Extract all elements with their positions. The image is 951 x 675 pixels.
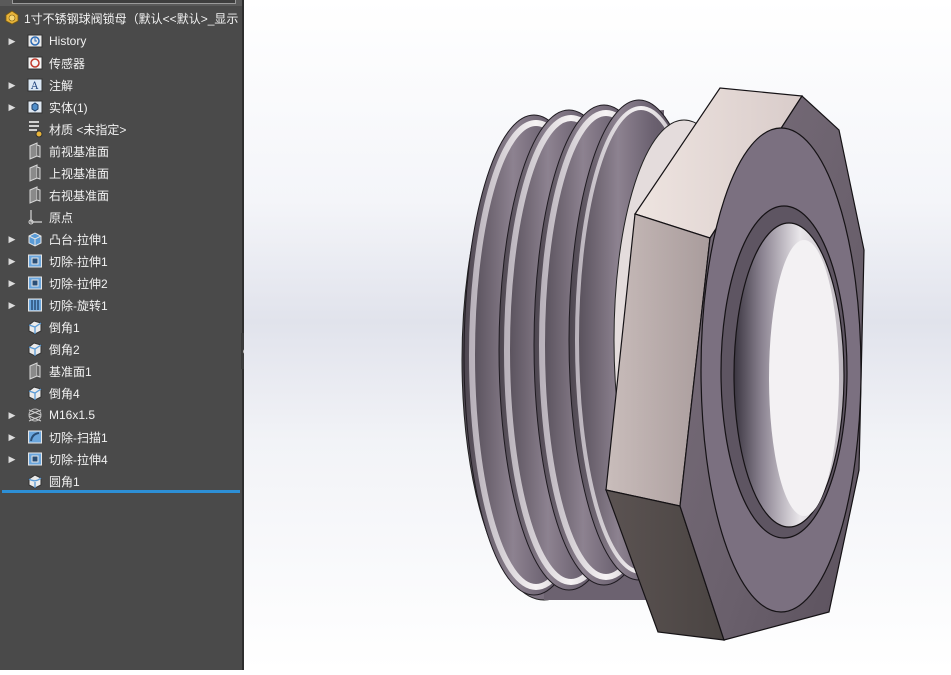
tree-item[interactable]: ▶ 切除-拉伸1 [0, 250, 242, 272]
tree-item-label: 圆角1 [49, 474, 80, 489]
tree-item-label: 切除-旋转1 [49, 298, 108, 313]
chamfer-icon [26, 340, 44, 358]
tree-item-label: M16x1.5 [49, 408, 96, 422]
tree-item-label: History [49, 34, 87, 48]
tree-item-label: 倒角1 [49, 320, 80, 335]
tree-item[interactable]: ▶ 切除-拉伸2 [0, 272, 242, 294]
cosmetic-thread-icon [26, 406, 44, 424]
expand-arrow-icon[interactable]: ▶ [7, 234, 17, 245]
rollback-bar[interactable] [2, 490, 240, 493]
tree-item-label: 切除-拉伸1 [49, 254, 108, 269]
tree-item-label: 实体(1) [49, 100, 88, 115]
svg-text:A: A [30, 81, 39, 92]
cut-sweep-icon [26, 428, 44, 446]
hex-lock-nut-3d-model [461, 87, 865, 641]
tree-item-label: 切除-扫描1 [49, 430, 108, 445]
cut-revolve-icon [26, 296, 44, 314]
tree-item[interactable]: 倒角1 [0, 316, 242, 338]
plane-icon [26, 362, 44, 380]
tree-item[interactable]: 右视基准面 [0, 184, 242, 206]
tree-item-label: 倒角4 [49, 386, 80, 401]
tree-item[interactable]: ▶ M16x1.5 [0, 404, 242, 426]
tree-item-label: 材质 <未指定> [49, 122, 127, 137]
expand-arrow-icon[interactable]: ▶ [7, 278, 17, 289]
tree-item[interactable]: ▶ 切除-拉伸4 [0, 448, 242, 470]
tree-item-label: 基准面1 [49, 364, 92, 379]
expand-arrow-icon[interactable]: ▶ [7, 454, 17, 465]
solid-bodies-icon [26, 98, 44, 116]
history-icon [26, 32, 44, 50]
expand-arrow-icon[interactable]: ▶ [7, 256, 17, 267]
tree-root-label: 1寸不锈钢球阀锁母（默认<<默认>_显示 [24, 11, 239, 26]
plane-icon [26, 186, 44, 204]
sensor-icon [26, 54, 44, 72]
tree-item[interactable]: 原点 [0, 206, 242, 228]
tree-item-label: 倒角2 [49, 342, 80, 357]
tree-root-part[interactable]: 1寸不锈钢球阀锁母（默认<<默认>_显示 [0, 8, 242, 28]
panel-top-strip [0, 0, 242, 6]
cut-extrude-icon [26, 274, 44, 292]
boss-extrude-icon [26, 230, 44, 248]
plane-icon [26, 142, 44, 160]
tree-item[interactable]: 基准面1 [0, 360, 242, 382]
tree-item-label: 上视基准面 [49, 166, 110, 181]
cut-extrude-icon [26, 252, 44, 270]
tree-item[interactable]: ▶ A 注解 [0, 74, 242, 96]
tree-item[interactable]: ▶ 切除-旋转1 [0, 294, 242, 316]
tree-item-label: 前视基准面 [49, 144, 110, 159]
tree-item[interactable]: ▶ 凸台-拉伸1 [0, 228, 242, 250]
tree-item-label: 切除-拉伸2 [49, 276, 108, 291]
tree-item-label: 切除-拉伸4 [49, 452, 108, 467]
tree-item-label: 传感器 [49, 56, 86, 71]
graphics-viewport[interactable] [244, 0, 951, 670]
tree-item-label: 原点 [49, 210, 74, 225]
expand-arrow-icon[interactable]: ▶ [7, 36, 17, 47]
tree-item-label: 凸台-拉伸1 [49, 232, 108, 247]
tree-item[interactable]: ▶ 切除-扫描1 [0, 426, 242, 448]
tree-item[interactable]: 前视基准面 [0, 140, 242, 162]
annotation-icon: A [26, 76, 44, 94]
tree-item[interactable]: ▶ 实体(1) [0, 96, 242, 118]
tree-item[interactable]: 上视基准面 [0, 162, 242, 184]
panel-filter-box[interactable] [12, 0, 236, 4]
plane-icon [26, 164, 44, 182]
feature-manager-panel: 1寸不锈钢球阀锁母（默认<<默认>_显示 ▶ History 传感器 ▶ A 注解 ▶ 实体(… [0, 0, 242, 670]
tree-item-label: 右视基准面 [49, 188, 110, 203]
expand-arrow-icon[interactable]: ▶ [7, 300, 17, 311]
chamfer-icon [26, 384, 44, 402]
tree-item[interactable]: ▶ History [0, 30, 242, 52]
expand-arrow-icon[interactable]: ▶ [7, 102, 17, 113]
chamfer-icon [26, 318, 44, 336]
expand-arrow-icon[interactable]: ▶ [7, 410, 17, 421]
cut-extrude-icon [26, 450, 44, 468]
expand-arrow-icon[interactable]: ▶ [7, 432, 17, 443]
tree-item[interactable]: 圆角1 [0, 470, 242, 492]
material-icon [26, 120, 44, 138]
part-icon [4, 9, 20, 28]
expand-arrow-icon[interactable]: ▶ [7, 80, 17, 91]
tree-item[interactable]: 传感器 [0, 52, 242, 74]
tree-item-label: 注解 [49, 78, 74, 93]
fillet-icon [26, 472, 44, 490]
tree-item[interactable]: 倒角2 [0, 338, 242, 360]
origin-icon [26, 208, 44, 226]
tree-item[interactable]: 材质 <未指定> [0, 118, 242, 140]
tree-item[interactable]: 倒角4 [0, 382, 242, 404]
